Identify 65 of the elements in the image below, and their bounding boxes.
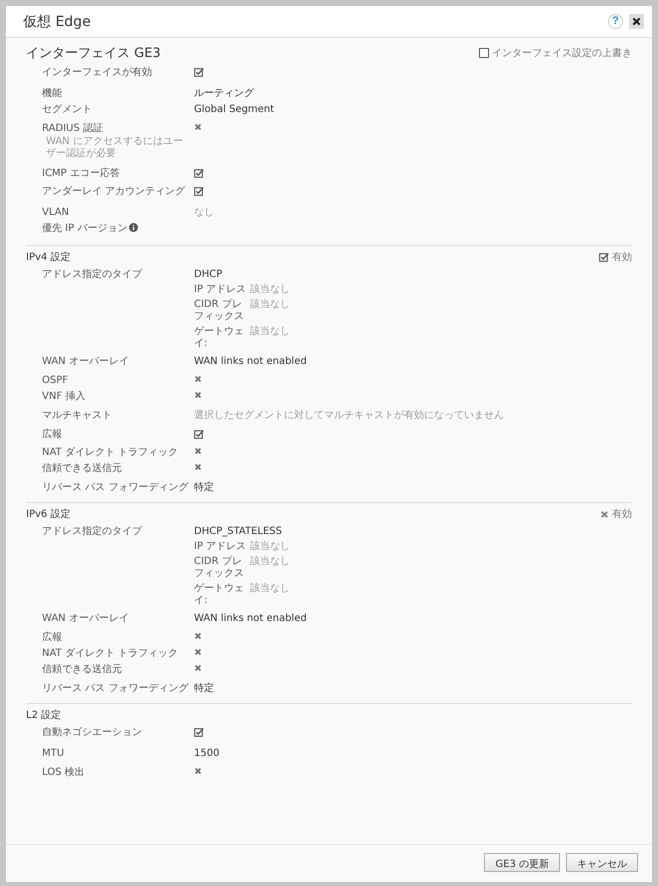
field-label: 優先 IP バージョン	[42, 223, 128, 234]
field-value: WAN links not enabled	[194, 613, 307, 624]
field-label: 広報	[42, 429, 62, 440]
field-value: 該当なし	[250, 556, 290, 569]
field-label: インターフェイスが有効	[42, 67, 152, 78]
field-label: アンダーレイ アカウンティング	[42, 186, 186, 197]
help-button[interactable]: ?	[608, 14, 623, 29]
field-label: セグメント	[42, 104, 92, 115]
close-button[interactable]	[629, 14, 644, 29]
field-label: WAN オーバーレイ	[42, 356, 129, 367]
field-label: VLAN	[42, 207, 69, 218]
field-label: 広報	[42, 632, 62, 643]
section-title: IPv4 設定	[26, 250, 70, 264]
field-label: VNF 挿入	[42, 391, 86, 402]
field-label: CIDR プレフィックス	[194, 556, 245, 580]
field-label: 機能	[42, 88, 62, 99]
field-value: Global Segment	[194, 104, 274, 115]
field-label: 信頼できる送信元	[42, 463, 122, 474]
field-label: WAN オーバーレイ	[42, 613, 129, 624]
field-label: LOS 検出	[42, 767, 85, 778]
field-label: NAT ダイレクト トラフィック	[42, 648, 178, 659]
field-label: ゲートウェイ:	[194, 326, 245, 350]
field-label: アドレス指定のタイプ	[42, 526, 142, 537]
field-value: ルーティング	[194, 88, 254, 99]
toggle-checkbox[interactable]: インターフェイス設定の上書き	[479, 46, 632, 60]
field-label: ICMP エコー応答	[42, 168, 120, 179]
section-title: IPv6 設定	[26, 508, 70, 521]
checked-icon[interactable]	[599, 252, 609, 262]
field-label: アドレス指定のタイプ	[42, 269, 142, 280]
field-label: リバース パス フォワーディング	[42, 482, 188, 493]
section-title: インターフェイス GE3	[26, 45, 161, 62]
field-label: 信頼できる送信元	[42, 664, 122, 675]
field-label: ゲートウェイ:	[194, 583, 245, 607]
toggle-checkbox[interactable]: 有効	[599, 250, 632, 264]
field-value: 該当なし	[250, 541, 290, 553]
toggle-checkbox[interactable]: 有効	[600, 507, 632, 521]
field-label: リバース パス フォワーディング	[42, 683, 188, 694]
cross-icon[interactable]	[600, 510, 609, 518]
close-icon[interactable]	[632, 17, 641, 26]
window-title: 仮想 Edge	[23, 12, 92, 30]
field-value: DHCP_STATELESS	[194, 526, 282, 537]
field-hint: WAN にアクセスするにはユーザー認証が必要	[46, 136, 184, 160]
field-value: 該当なし	[250, 583, 290, 596]
field-label: OSPF	[42, 375, 68, 386]
field-value: 該当なし	[250, 299, 290, 312]
field-value: 該当なし	[250, 326, 290, 339]
field-label: RADIUS 認証	[42, 123, 103, 134]
field-value: 該当なし	[250, 284, 290, 296]
field-value: 特定	[194, 482, 214, 493]
cancel-button[interactable]: キャンセル	[566, 853, 638, 872]
field-label: IP アドレス	[194, 541, 248, 553]
field-value: 特定	[194, 683, 214, 694]
field-value: DHCP	[194, 269, 222, 280]
field-label: IP アドレス	[194, 284, 248, 296]
field-value: 1500	[194, 748, 220, 759]
section-title: L2 設定	[26, 708, 62, 722]
field-label: 自動ネゴシエーション	[42, 727, 142, 738]
field-label: CIDR プレフィックス	[194, 299, 245, 323]
field-label: マルチキャスト	[42, 410, 112, 421]
field-value: WAN links not enabled	[194, 356, 307, 367]
info-icon[interactable]	[129, 223, 138, 232]
field-label: NAT ダイレクト トラフィック	[42, 447, 178, 458]
field-label: MTU	[42, 748, 64, 759]
field-value: なし	[194, 207, 214, 218]
update-button[interactable]: GE3 の更新	[484, 853, 560, 872]
